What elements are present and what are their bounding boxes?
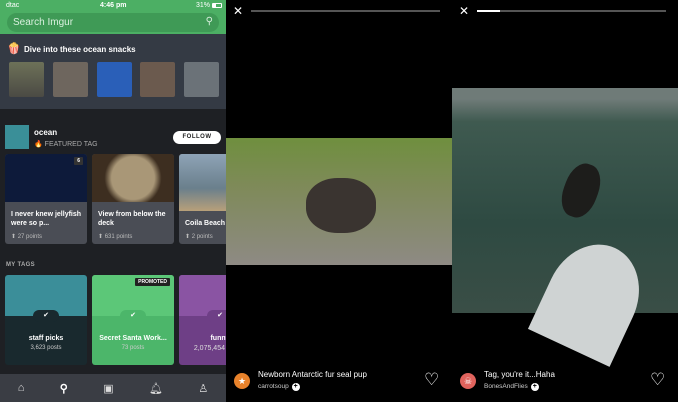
my-tags-heading: MY TAGS: [6, 262, 35, 268]
snack-thumb[interactable]: [184, 62, 219, 97]
follow-button[interactable]: FOLLOW: [173, 131, 221, 144]
post-points: ⬆ 2 points: [185, 234, 213, 240]
points-text: 27 points: [17, 234, 43, 240]
search-input[interactable]: Search Imgur ⚲: [7, 13, 219, 32]
snack-thumb[interactable]: [53, 62, 88, 97]
imgur-search-panel: dtac 4:46 pm 31% Search Imgur ⚲ 🍿 Dive in…: [0, 0, 226, 402]
snack-thumb[interactable]: [97, 62, 132, 97]
carrier: dtac: [6, 2, 20, 9]
username[interactable]: carrotsoup: [258, 383, 289, 390]
post-caption: Tag, you're it...Haha BonesAndFlies +: [484, 370, 555, 391]
bottom-nav: ⌂ ⚲ ▣ 🔔︎ ♙: [0, 374, 226, 402]
search-icon[interactable]: ⚲: [206, 16, 213, 27]
camera-icon[interactable]: ▣: [103, 382, 113, 395]
tag-count: 3,623 posts: [30, 345, 62, 351]
tag-image[interactable]: [5, 125, 29, 149]
ocean-snacks-section: 🍿 Dive into these ocean snacks: [0, 34, 226, 109]
follow-plus-icon[interactable]: +: [530, 383, 539, 391]
clock: 4:46 pm: [100, 2, 127, 9]
snack-thumb[interactable]: [140, 62, 175, 97]
close-icon[interactable]: ✕: [233, 4, 243, 18]
tag-name: staff picks: [28, 335, 64, 342]
post-image[interactable]: [226, 138, 452, 265]
post-card[interactable]: Coila Beach ⬆ 2 points: [179, 154, 226, 244]
tag-name: Secret Santa Work...: [99, 335, 167, 342]
image-count-badge: 6: [74, 157, 83, 165]
post-title: I never knew jellyfish were so p...: [11, 211, 82, 227]
featured-label: 🔥 FEATURED TAG: [34, 141, 98, 148]
post-viewer-1: ✕ ★ Newborn Antarctic fur seal pup carrot…: [226, 0, 452, 402]
tag-card[interactable]: PROMOTED ✔ Secret Santa Work... 73 posts: [92, 275, 174, 365]
tag-name: funny: [210, 335, 226, 342]
username[interactable]: BonesAndFlies: [484, 383, 528, 390]
points-text: 2 points: [191, 234, 213, 240]
post-title: Coila Beach: [185, 220, 226, 227]
post-viewer-2: ✕ ☠ Tag, you're it...Haha BonesAndFlies + …: [452, 0, 678, 402]
points-text: 631 points: [104, 234, 133, 240]
snack-thumb[interactable]: [9, 62, 44, 97]
promoted-badge: PROMOTED: [135, 278, 170, 286]
header: dtac 4:46 pm 31% Search Imgur ⚲: [0, 0, 226, 34]
post-title: Tag, you're it...Haha: [484, 370, 555, 379]
post-image[interactable]: [452, 88, 678, 367]
post-title: Newborn Antarctic fur seal pup: [258, 370, 367, 379]
check-icon[interactable]: ✔: [120, 310, 146, 322]
bell-icon[interactable]: 🔔︎: [149, 382, 163, 395]
popcorn-icon: 🍿: [7, 43, 21, 55]
search-placeholder: Search Imgur: [13, 17, 74, 28]
battery-level: 31%: [195, 2, 210, 9]
heart-icon[interactable]: ♡: [424, 370, 439, 390]
post-title: View from below the deck: [98, 211, 166, 227]
progress-bar: [251, 10, 440, 12]
status-bar: dtac 4:46 pm 31%: [0, 2, 226, 10]
section-title: Dive into these ocean snacks: [24, 45, 136, 54]
post-points: ⬆ 631 points: [98, 234, 133, 240]
tag-name[interactable]: ocean: [34, 128, 57, 137]
check-icon[interactable]: ✔: [33, 310, 59, 322]
battery-icon: [212, 3, 222, 8]
heart-icon[interactable]: ♡: [650, 370, 665, 390]
profile-icon[interactable]: ♙: [198, 382, 208, 395]
user-avatar[interactable]: ☠: [460, 373, 476, 389]
tag-count: 2,075,454: [193, 345, 225, 352]
tag-card[interactable]: ✔ funny 2,075,454: [179, 275, 226, 365]
progress-bar: [477, 10, 666, 12]
post-caption: Newborn Antarctic fur seal pup carrotsoup…: [258, 370, 367, 391]
search-icon[interactable]: ⚲: [60, 382, 68, 395]
user-avatar[interactable]: ★: [234, 373, 250, 389]
post-card[interactable]: 6 I never knew jellyfish were so p... ⬆ 27…: [5, 154, 87, 244]
featured-text: FEATURED TAG: [44, 141, 98, 148]
close-icon[interactable]: ✕: [459, 4, 469, 18]
post-card[interactable]: View from below the deck ⬆ 631 points: [92, 154, 174, 244]
post-points: ⬆ 27 points: [11, 234, 43, 240]
tag-card[interactable]: ✔ staff picks 3,623 posts: [5, 275, 87, 365]
tag-count: 73 posts: [121, 345, 145, 351]
home-icon[interactable]: ⌂: [18, 382, 25, 394]
follow-plus-icon[interactable]: +: [291, 383, 300, 391]
check-icon[interactable]: ✔: [207, 310, 226, 322]
